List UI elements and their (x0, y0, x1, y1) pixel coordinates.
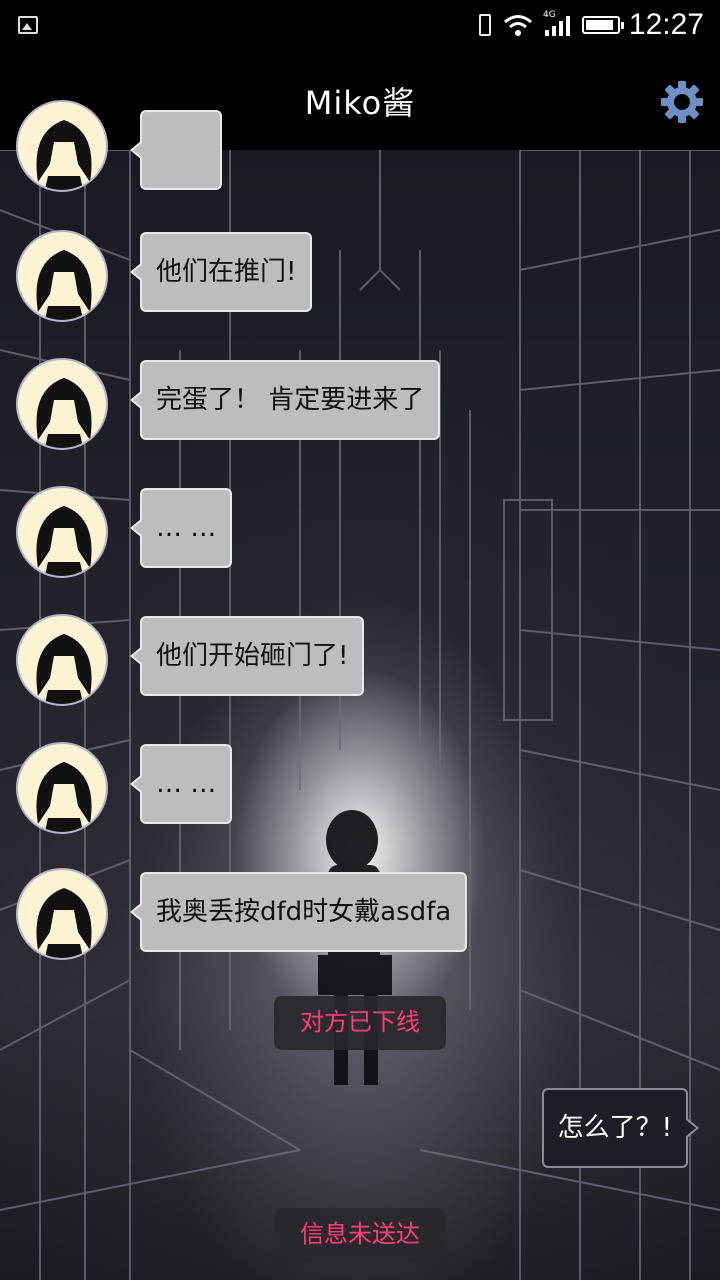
vibrate-icon (479, 14, 491, 36)
message-bubble[interactable]: 他们开始砸门了! (129, 616, 365, 696)
status-bar: 4G 12:27 (0, 0, 720, 50)
avatar[interactable] (16, 742, 108, 834)
chat-title: Miko酱 (304, 84, 416, 122)
app-bar: Miko酱 (0, 50, 720, 150)
battery-icon (582, 16, 624, 34)
avatar[interactable] (16, 358, 108, 450)
signal-icon: 4G (543, 10, 570, 36)
message-bubble-outgoing[interactable]: 怎么了？! (541, 1088, 700, 1168)
avatar[interactable] (16, 614, 108, 706)
message-bubble[interactable]: 他们在推门! (129, 232, 313, 312)
message-bubble[interactable] (130, 110, 222, 190)
message-bubble[interactable]: … … (129, 488, 233, 568)
message-bubble[interactable]: 完蛋了！ 肯定要进来了 (129, 360, 441, 440)
avatar[interactable] (16, 486, 108, 578)
gallery-icon (18, 16, 38, 34)
message-bubble[interactable]: 我奥丢按dfd时女戴asdfa (129, 872, 468, 952)
avatar[interactable] (16, 868, 108, 960)
status-time: 12:27 (628, 8, 704, 41)
avatar[interactable] (16, 100, 108, 192)
undelivered-notice: 信息未送达 (274, 1208, 446, 1262)
message-bubble[interactable]: … … (129, 744, 233, 824)
offline-notice: 对方已下线 (274, 996, 446, 1050)
avatar[interactable] (16, 230, 108, 322)
chat-screen: 4G 12:27 Miko酱 他们在推门! 完蛋了！ 肯定要进来了 … … 他们… (0, 0, 720, 1280)
network-type: 4G (543, 10, 556, 20)
gear-icon[interactable] (660, 80, 704, 124)
wifi-icon (504, 15, 532, 36)
